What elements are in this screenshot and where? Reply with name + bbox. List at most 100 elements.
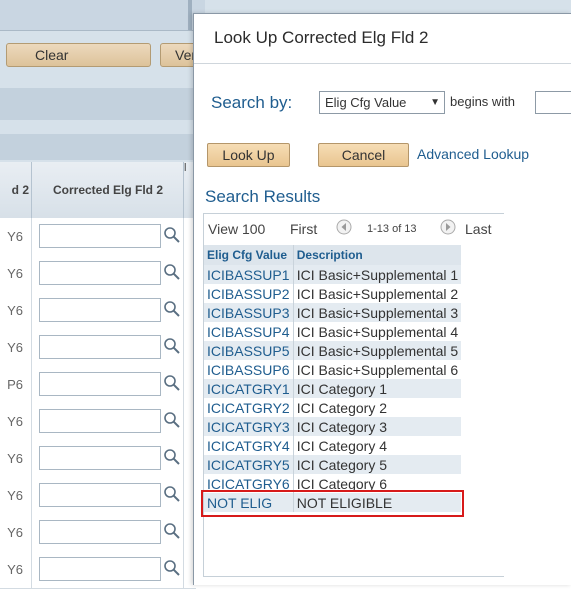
search-field-select[interactable]: Elig Cfg Value ▼ [319, 91, 445, 114]
search-results-grid: View 100 First 1-13 of 13 Last Elig Cfg … [201, 213, 504, 577]
corrected-elg-fld-2-input[interactable] [39, 557, 161, 581]
result-description[interactable]: ICI Basic+Supplemental 5 [292, 341, 462, 360]
result-row[interactable]: ICIBASSUP4 ICI Basic+Supplemental 4 [204, 322, 462, 341]
grid-divider [183, 329, 184, 366]
result-row[interactable]: ICIBASSUP1 ICI Basic+Supplemental 1 [204, 265, 462, 284]
result-row[interactable]: ICICATGRY2 ICI Category 2 [204, 398, 462, 417]
result-row[interactable]: ICICATGRY3 ICI Category 3 [204, 417, 462, 436]
result-elig-cfg-value[interactable]: ICICATGRY4 [204, 436, 294, 455]
cancel-button[interactable]: Cancel [318, 143, 409, 167]
advanced-lookup-link[interactable]: Advanced Lookup [417, 146, 529, 162]
magnifier-icon[interactable] [163, 411, 181, 429]
grid-row: Y6 [0, 218, 196, 256]
grid-header-left-column: d 2 [0, 162, 32, 218]
view-100-link[interactable]: View 100 [208, 221, 265, 237]
corrected-elg-fld-2-input[interactable] [39, 335, 161, 359]
grid-row-stub: Y6 [0, 514, 32, 551]
corrected-elg-fld-2-input[interactable] [39, 483, 161, 507]
result-elig-cfg-value[interactable]: ICIBASSUP4 [204, 322, 294, 341]
result-description[interactable]: ICI Category 6 [292, 474, 462, 493]
corrected-elg-fld-2-input[interactable] [39, 520, 161, 544]
result-row[interactable]: ICICATGRY5 ICI Category 5 [204, 455, 462, 474]
background-header-bar [0, 0, 205, 31]
result-row[interactable]: ICIBASSUP5 ICI Basic+Supplemental 5 [204, 341, 462, 360]
result-description[interactable]: ICI Basic+Supplemental 4 [292, 322, 462, 341]
corrected-elg-fld-2-input[interactable] [39, 224, 161, 248]
next-arrow-icon[interactable] [440, 219, 456, 235]
magnifier-icon[interactable] [163, 263, 181, 281]
lookup-button[interactable]: Look Up [207, 143, 290, 167]
grid-row-stub: Y6 [0, 440, 32, 477]
column-header-description: Description [292, 245, 462, 265]
grid-row-stub: Y6 [0, 329, 32, 366]
grid-row-stub: Y6 [0, 218, 32, 255]
result-description[interactable]: ICI Category 1 [292, 379, 462, 398]
corrected-elg-fld-2-input[interactable] [39, 372, 161, 396]
result-description[interactable]: ICI Basic+Supplemental 1 [292, 265, 462, 284]
result-description[interactable]: ICI Basic+Supplemental 3 [292, 303, 462, 322]
result-elig-cfg-value[interactable]: NOT ELIG [204, 493, 294, 512]
result-row[interactable]: ICICATGRY1 ICI Category 1 [204, 379, 462, 398]
result-row[interactable]: NOT ELIG NOT ELIGIBLE [204, 493, 462, 512]
clear-button[interactable]: Clear [6, 43, 151, 67]
corrected-field-grid: d 2 Corrected Elg Fld 2 l Y6 Y6 Y6 Y6 P6 Y6 Y6… [0, 162, 196, 589]
grid-divider [183, 403, 184, 440]
result-description[interactable]: ICI Category 4 [292, 436, 462, 455]
background-band-2 [0, 134, 205, 160]
magnifier-icon[interactable] [163, 448, 181, 466]
result-elig-cfg-value[interactable]: ICICATGRY1 [204, 379, 294, 398]
first-link[interactable]: First [290, 221, 317, 237]
result-description[interactable]: ICI Basic+Supplemental 6 [292, 360, 462, 379]
grid-divider [183, 292, 184, 329]
result-description[interactable]: NOT ELIGIBLE [292, 493, 462, 512]
grid-divider [183, 366, 184, 403]
result-elig-cfg-value[interactable]: ICICATGRY3 [204, 417, 294, 436]
lookup-modal: Look Up Corrected Elg Fld 2 Search by: E… [193, 13, 571, 585]
result-elig-cfg-value[interactable]: ICIBASSUP6 [204, 360, 294, 379]
magnifier-icon[interactable] [163, 300, 181, 318]
search-field-select-value: Elig Cfg Value [325, 95, 407, 110]
corrected-elg-fld-2-input[interactable] [39, 446, 161, 470]
grid-row: Y6 [0, 514, 196, 552]
result-elig-cfg-value[interactable]: ICIBASSUP1 [204, 265, 294, 284]
magnifier-icon[interactable] [163, 485, 181, 503]
grid-row-stub: P6 [0, 366, 32, 403]
magnifier-icon[interactable] [163, 522, 181, 540]
result-elig-cfg-value[interactable]: ICIBASSUP2 [204, 284, 294, 303]
result-description[interactable]: ICI Category 3 [292, 417, 462, 436]
results-navigation: View 100 First 1-13 of 13 Last [204, 214, 504, 242]
magnifier-icon[interactable] [163, 559, 181, 577]
result-row[interactable]: ICICATGRY4 ICI Category 4 [204, 436, 462, 455]
corrected-elg-fld-2-input[interactable] [39, 409, 161, 433]
result-elig-cfg-value[interactable]: ICIBASSUP5 [204, 341, 294, 360]
corrected-elg-fld-2-input[interactable] [39, 261, 161, 285]
result-elig-cfg-value[interactable]: ICIBASSUP3 [204, 303, 294, 322]
result-elig-cfg-value[interactable]: ICICATGRY6 [204, 474, 294, 493]
corrected-elg-fld-2-input[interactable] [39, 298, 161, 322]
result-description[interactable]: ICI Category 5 [292, 455, 462, 474]
grid-row: P6 [0, 366, 196, 404]
prev-arrow-icon[interactable] [336, 219, 352, 235]
grid-divider [183, 477, 184, 514]
result-elig-cfg-value[interactable]: ICICATGRY2 [204, 398, 294, 417]
grid-header: d 2 Corrected Elg Fld 2 l [0, 162, 196, 219]
magnifier-icon[interactable] [163, 226, 181, 244]
magnifier-icon[interactable] [163, 374, 181, 392]
result-elig-cfg-value[interactable]: ICICATGRY5 [204, 455, 294, 474]
modal-title: Look Up Corrected Elg Fld 2 [214, 28, 429, 47]
result-row[interactable]: ICIBASSUP6 ICI Basic+Supplemental 6 [204, 360, 462, 379]
grid-divider [183, 551, 184, 588]
grid-row-stub: Y6 [0, 292, 32, 329]
grid-row: Y6 [0, 477, 196, 515]
chevron-down-icon: ▼ [430, 97, 440, 108]
result-row[interactable]: ICIBASSUP3 ICI Basic+Supplemental 3 [204, 303, 462, 322]
last-link[interactable]: Last [465, 221, 491, 237]
result-row[interactable]: ICICATGRY6 ICI Category 6 [204, 474, 462, 493]
results-body: ICIBASSUP1 ICI Basic+Supplemental 1 ICIBAS… [204, 265, 462, 512]
magnifier-icon[interactable] [163, 337, 181, 355]
result-description[interactable]: ICI Category 2 [292, 398, 462, 417]
result-row[interactable]: ICIBASSUP2 ICI Basic+Supplemental 2 [204, 284, 462, 303]
result-description[interactable]: ICI Basic+Supplemental 2 [292, 284, 462, 303]
search-value-input[interactable] [535, 91, 571, 114]
title-divider [194, 63, 571, 64]
